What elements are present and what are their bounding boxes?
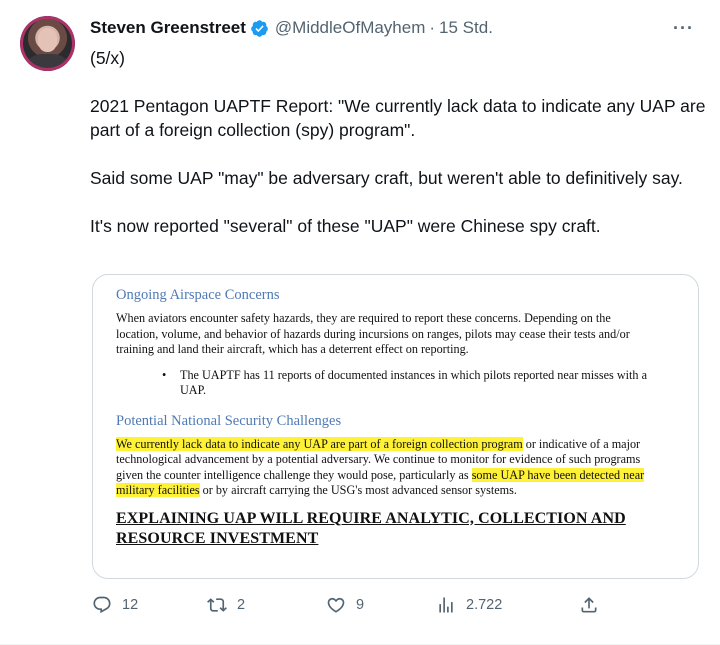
retweet-icon	[207, 598, 227, 612]
retweet-button[interactable]: 2	[207, 595, 245, 615]
tweet-line-gap	[90, 70, 710, 94]
tweet: Steven Greenstreet @MiddleOfMayhem · 15 …	[0, 0, 720, 645]
doc-paragraph-airspace: When aviators encounter safety hazards, …	[116, 311, 630, 356]
tweet-line: It's now reported "several" of these "UA…	[90, 216, 601, 236]
heart-icon	[327, 597, 345, 613]
verified-badge-icon	[251, 19, 268, 37]
tweet-header: Steven Greenstreet @MiddleOfMayhem · 15 …	[90, 18, 493, 38]
views-button[interactable]: 2.722	[436, 595, 502, 615]
doc-heading-security: Potential National Security Challenges	[116, 412, 342, 429]
more-options-icon[interactable]: ···	[673, 18, 694, 39]
like-button[interactable]: 9	[326, 595, 364, 615]
doc-highlight-lack-data: We currently lack data to indicate any U…	[116, 436, 523, 451]
tweet-timestamp[interactable]: 15 Std.	[439, 18, 493, 38]
reply-count: 12	[122, 597, 139, 613]
share-icon	[581, 597, 597, 613]
retweet-count: 2	[237, 597, 246, 613]
tweet-line: Said some UAP "may" be adversary craft, …	[90, 168, 683, 188]
tweet-media-image[interactable]: Ongoing Airspace Concerns When aviators …	[92, 274, 699, 579]
views-chart-icon	[439, 597, 453, 613]
doc-bullet-reports: The UAPTF has 11 reports of documented i…	[116, 368, 656, 399]
tweet-line-gap	[90, 190, 710, 214]
avatar-ring	[20, 16, 75, 71]
tweet-line: 2021 Pentagon UAPTF Report: "We currentl…	[90, 96, 706, 140]
tweet-text: (5/x) 2021 Pentagon UAPTF Report: "We cu…	[90, 46, 710, 238]
avatar[interactable]	[20, 16, 75, 71]
doc-paragraph-security: We currently lack data to indicate any U…	[116, 436, 656, 499]
like-count: 9	[356, 597, 365, 613]
doc-heading-airspace: Ongoing Airspace Concerns	[116, 287, 280, 303]
doc-section-heading: EXPLAINING UAP WILL REQUIRE ANALYTIC, CO…	[116, 509, 626, 547]
header-separator: ·	[429, 18, 436, 37]
doc-text-end: or by aircraft carrying the USG's most a…	[199, 483, 517, 497]
tweet-line: (5/x)	[90, 48, 125, 68]
reply-icon	[93, 596, 111, 614]
reply-button[interactable]: 12	[92, 595, 138, 615]
document-excerpt: Ongoing Airspace Concerns When aviators …	[116, 285, 656, 549]
view-count: 2.722	[466, 597, 503, 613]
author-name[interactable]: Steven Greenstreet	[90, 18, 246, 38]
author-handle[interactable]: @MiddleOfMayhem	[275, 18, 425, 38]
share-button[interactable]	[579, 595, 609, 615]
tweet-line-gap	[90, 142, 710, 166]
tweet-actions-bar: 12 2 9 2.722	[90, 595, 610, 619]
